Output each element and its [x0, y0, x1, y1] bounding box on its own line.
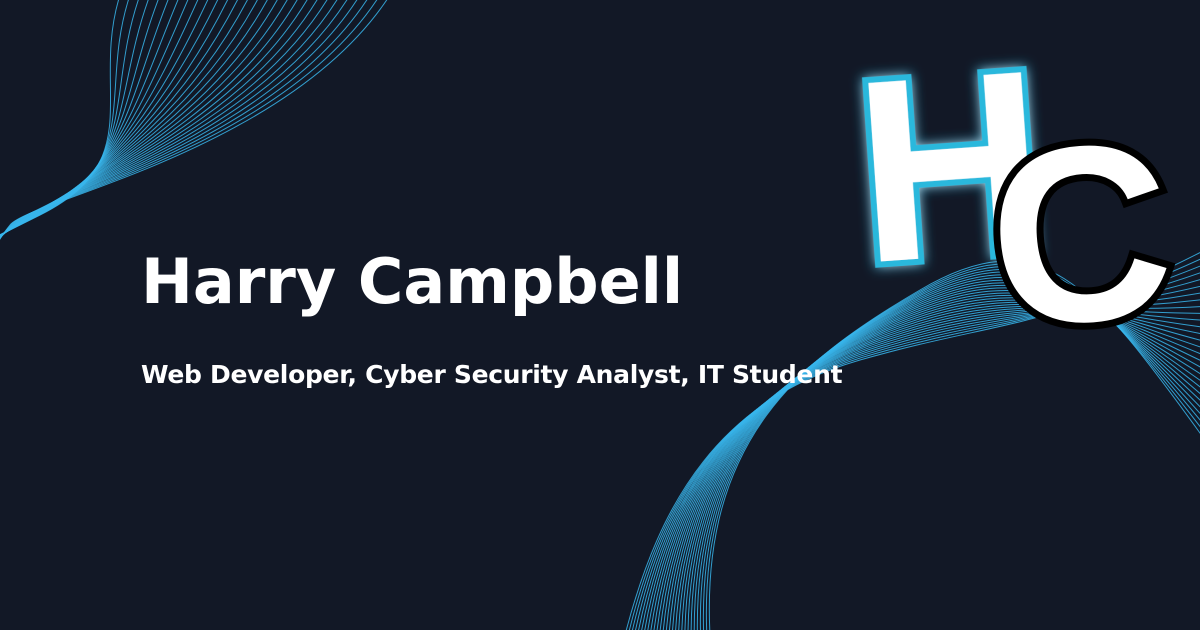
- logo-letter-c: C: [981, 89, 1181, 350]
- hc-logo: H C: [841, 30, 1187, 350]
- right-wave-line: [659, 301, 1200, 630]
- tagline: Web Developer, Cyber Security Analyst, I…: [141, 360, 843, 389]
- right-wave-line: [656, 303, 1200, 630]
- banner-canvas: Harry Campbell Web Developer, Cyber Secu…: [0, 0, 1200, 630]
- left-wave-line: [0, 0, 318, 239]
- page-title: Harry Campbell: [141, 245, 684, 318]
- right-wave-line: [653, 305, 1200, 630]
- left-wave-line: [0, 0, 328, 239]
- left-wave-line: [0, 0, 338, 239]
- left-wave-line: [0, 0, 120, 236]
